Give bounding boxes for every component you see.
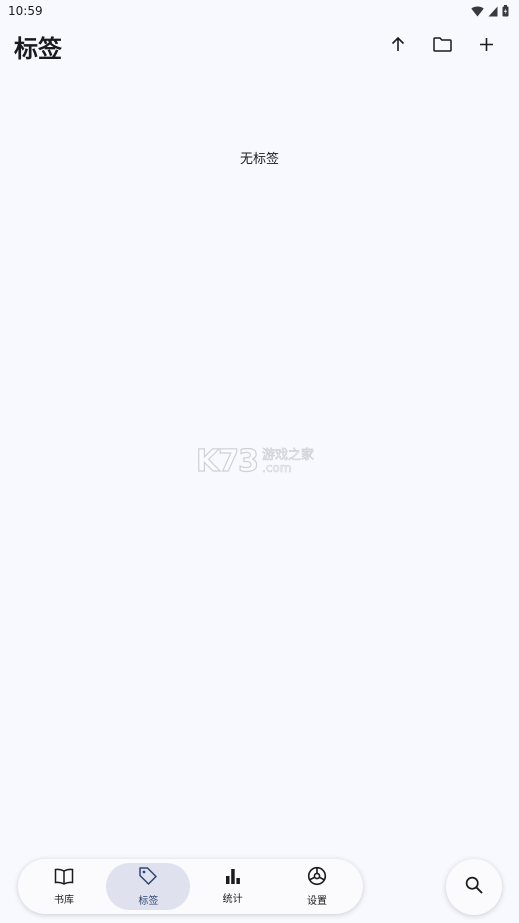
nav-label-tags: 标签 [138, 896, 159, 907]
tag-icon [138, 866, 158, 890]
folder-icon [432, 36, 452, 56]
page-title: 标签 [14, 34, 62, 63]
settings-icon [307, 866, 327, 890]
app-header: 标签 [0, 26, 519, 66]
plus-icon [479, 37, 494, 56]
signal-icon [488, 2, 498, 21]
nav-item-library[interactable]: 书库 [22, 863, 106, 910]
search-icon [465, 876, 483, 898]
battery-icon [502, 2, 509, 21]
wifi-icon [471, 2, 484, 21]
bar-chart-icon [225, 868, 241, 888]
watermark-side: 游戏之家 .com [262, 447, 315, 475]
nav-item-tags[interactable]: 标签 [106, 863, 191, 910]
watermark-logo: K73 [195, 443, 259, 479]
status-icons [471, 2, 509, 21]
header-actions [381, 29, 503, 63]
tags-screen: 10:59 标签 无标签 K73 游戏之家 .com 书库 标签 统计 设置 [0, 0, 519, 923]
nav-item-settings[interactable]: 设置 [275, 863, 359, 910]
status-bar: 10:59 [0, 0, 519, 22]
book-icon [54, 868, 74, 889]
add-tag-button[interactable] [469, 29, 503, 63]
arrow-up-icon [390, 36, 406, 56]
open-folder-button[interactable] [425, 29, 459, 63]
empty-state-text: 无标签 [239, 152, 279, 167]
sort-up-button[interactable] [381, 29, 415, 63]
nav-label-library: 书库 [54, 894, 74, 906]
nav-label-stats: 统计 [222, 894, 243, 905]
watermark-com: .com [262, 460, 292, 475]
watermark: K73 游戏之家 .com [195, 443, 326, 479]
status-time: 10:59 [8, 4, 43, 18]
nav-label-settings: 设置 [306, 896, 327, 907]
search-button[interactable] [446, 859, 502, 915]
nav-item-stats[interactable]: 统计 [191, 863, 275, 910]
bottom-navigation: 书库 标签 统计 设置 [18, 859, 363, 914]
watermark-cn: 游戏之家 [262, 447, 315, 463]
